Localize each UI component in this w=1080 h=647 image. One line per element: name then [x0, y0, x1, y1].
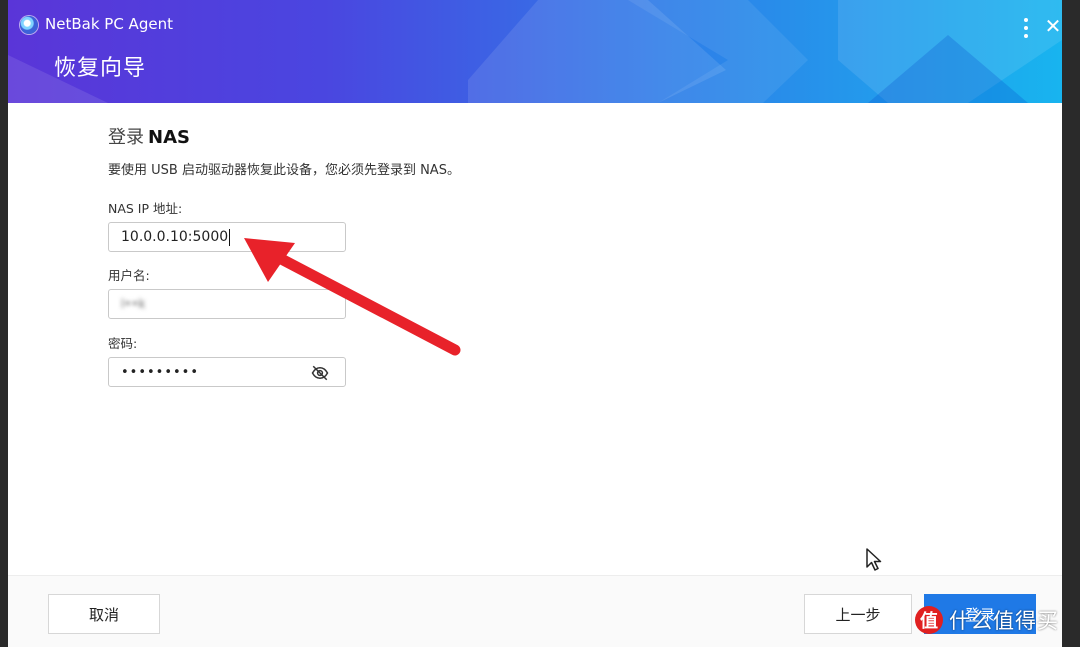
window-header: NetBak PC Agent 恢复向导 ✕ — [8, 0, 1062, 103]
password-input[interactable]: ••••••••• — [108, 357, 346, 387]
password-label: 密码: — [108, 336, 138, 351]
text-caret — [229, 228, 231, 246]
watermark-text: 什么值得买 — [949, 609, 1059, 633]
app-title: NetBak PC Agent — [45, 15, 173, 33]
footer-bar: 取消 上一步 登录 — [8, 575, 1062, 647]
cancel-button[interactable]: 取消 — [48, 594, 160, 634]
watermark-badge: 值 — [915, 606, 943, 634]
username-value: l••k — [121, 297, 146, 311]
section-title-main: NAS — [148, 127, 190, 148]
nas-ip-input[interactable]: 10.0.0.10:5000 — [108, 222, 346, 252]
section-title: 登录 NAS — [108, 123, 608, 149]
password-value: ••••••••• — [121, 364, 200, 380]
watermark: 值 什么值得买 — [915, 600, 1080, 640]
username-input[interactable]: l••k — [108, 289, 346, 319]
login-form: 登录 NAS 要使用 USB 启动驱动器恢复此设备，您必须先登录到 NAS。 NA… — [108, 115, 608, 387]
close-icon[interactable]: ✕ — [1043, 16, 1062, 36]
app-logo-icon — [20, 16, 38, 34]
section-title-prefix: 登录 — [108, 127, 144, 148]
back-button[interactable]: 上一步 — [804, 594, 912, 634]
nas-ip-label: NAS IP 地址: — [108, 201, 183, 216]
login-description: 要使用 USB 启动驱动器恢复此设备，您必须先登录到 NAS。 — [108, 163, 460, 178]
page-title: 恢复向导 — [54, 56, 147, 81]
eye-slash-icon[interactable] — [311, 364, 329, 382]
nas-ip-value: 10.0.0.10:5000 — [121, 229, 229, 245]
vertical-dots-icon[interactable] — [1016, 18, 1036, 38]
mouse-cursor-icon — [866, 548, 882, 571]
username-label: 用户名: — [108, 268, 150, 283]
app-window: NetBak PC Agent 恢复向导 ✕ 登录 NAS 要使用 USB 启动驱… — [8, 0, 1062, 647]
